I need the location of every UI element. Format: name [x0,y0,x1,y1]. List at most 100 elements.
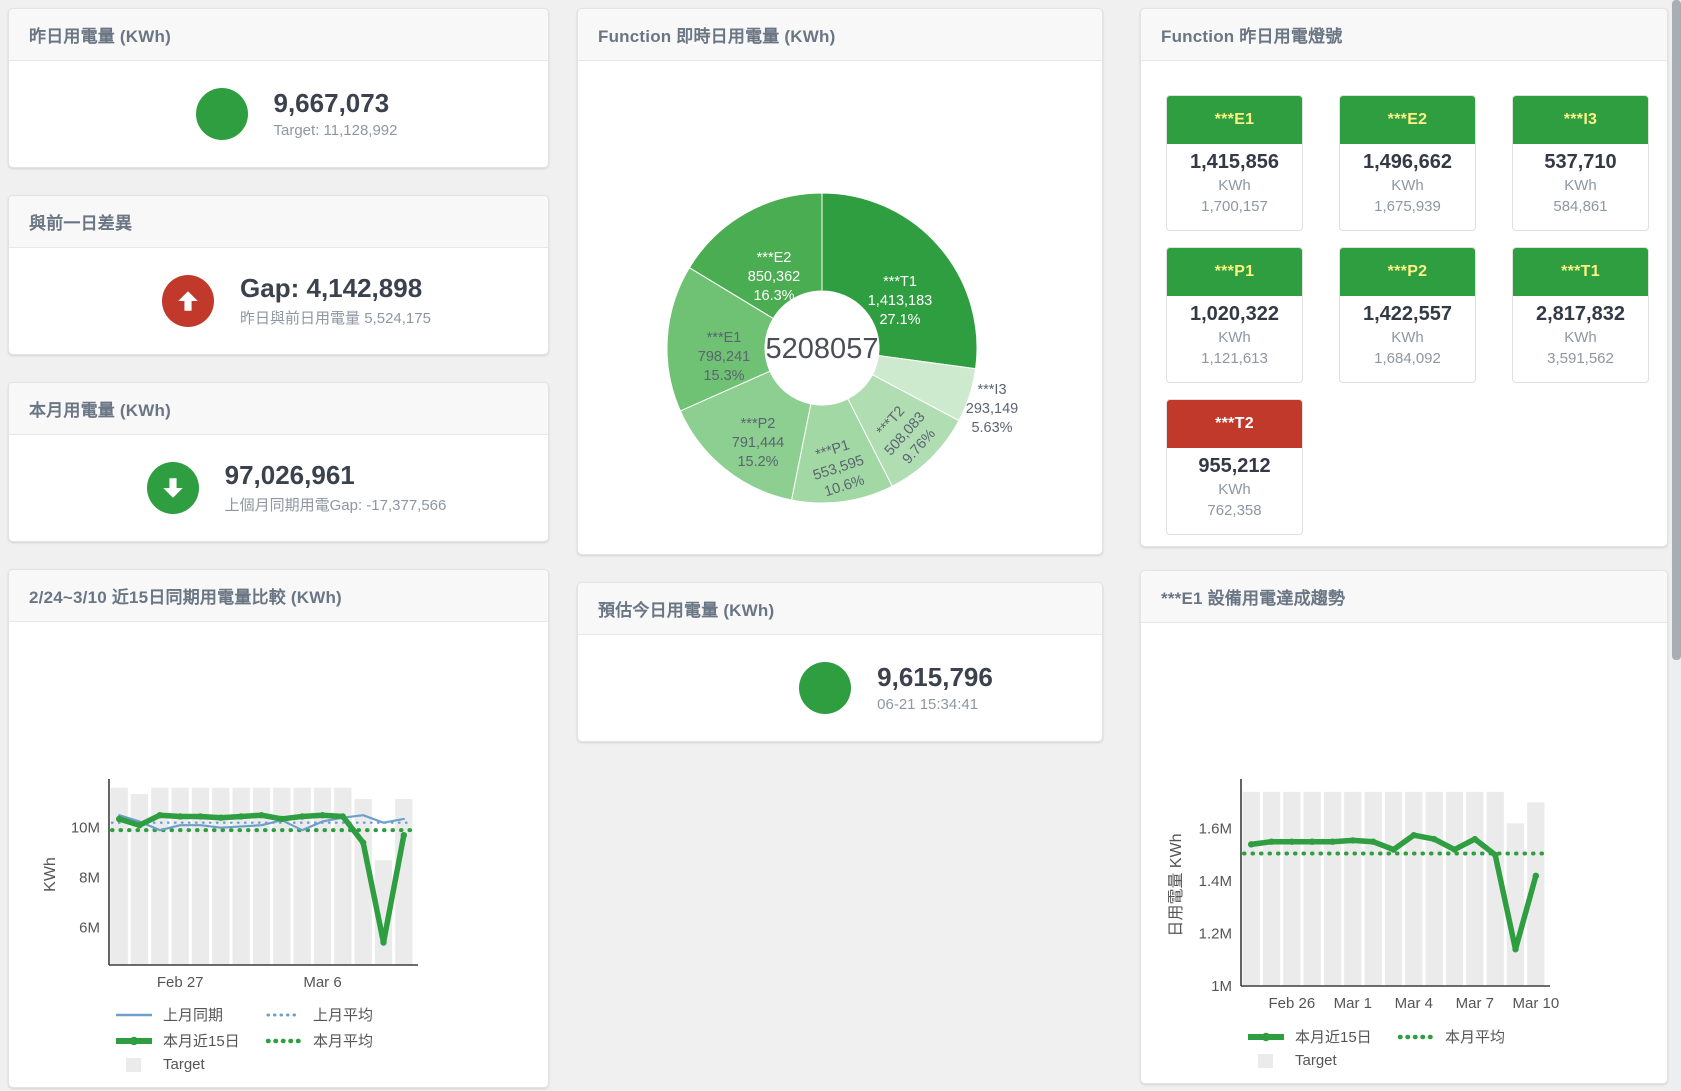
compare-chart-legend: 上月同期上月平均本月近15日本月平均 Target [9,1000,548,1087]
series-point [1390,846,1396,852]
scrollbar-thumb[interactable] [1672,0,1681,660]
light-tile-E2: ***E21,496,662KWh1,675,939 [1339,95,1476,231]
series-point [319,812,325,818]
tile-target: 1,700,157 [1167,196,1302,217]
x-tick-label: Mar 7 [1456,995,1494,1012]
tile-unit: KWh [1513,327,1648,348]
series-point [1350,837,1356,843]
tile-status-header: ***P2 [1340,248,1475,296]
tile-value: 1,415,856 [1167,149,1302,175]
legend-item[interactable]: 本月平均 [259,1030,373,1051]
legend-item[interactable]: Target [109,1056,205,1073]
target-bar [1385,792,1402,986]
series-point [380,939,386,945]
arrow-up-icon [162,275,214,327]
target-bar [1466,792,1483,986]
tile-unit: KWh [1167,327,1302,348]
series-point [401,832,407,838]
trend-chart-svg: 1M1.2M1.4M1.6MFeb 26Mar 1Mar 4Mar 7Mar 1… [1147,774,1617,1022]
lights-card: Function 昨日用電燈號 ***E11,415,856KWh1,700,1… [1140,8,1668,547]
series-point [1451,846,1457,852]
card-title: Function 昨日用電燈號 [1141,9,1667,61]
tile-status-header: ***I3 [1513,96,1648,144]
tile-body: 537,710KWh584,861 [1513,144,1648,217]
legend-swatch-icon [1247,1054,1285,1068]
legend-label: 本月平均 [1445,1026,1505,1047]
target-bar [1405,792,1422,986]
legend-label: 本月近15日 [1295,1026,1372,1047]
legend-swatch-icon [1397,1030,1435,1044]
y-tick-label: 1.4M [1199,873,1232,890]
month-usage-card: 本月用電量 (KWh) 97,026,961 上個月同期用電Gap: -17,3… [8,382,549,542]
y-axis-title: KWh [42,857,59,892]
light-tile-E1: ***E11,415,856KWh1,700,157 [1166,95,1303,231]
x-tick-label: Mar 1 [1334,995,1372,1012]
tile-value: 955,212 [1167,453,1302,479]
target-bar [1304,792,1321,986]
lights-grid: ***E11,415,856KWh1,700,157 ***E21,496,662… [1141,61,1667,535]
tile-status-header: ***E2 [1340,96,1475,144]
legend-item[interactable]: 本月近15日 [109,1030,259,1051]
tile-unit: KWh [1167,175,1302,196]
tile-unit: KWh [1167,479,1302,500]
card-title: ***E1 設備用電達成趨勢 [1141,571,1667,623]
day-gap-body: Gap: 4,142,898 昨日與前日用電量 5,524,175 [9,248,548,354]
left-column: 昨日用電量 (KWh) 9,667,073 Target: 11,128,992… [8,8,549,1088]
series-point [1431,836,1437,842]
series-point [1268,839,1274,845]
card-title: 2/24~3/10 近15日同期用電量比較 (KWh) [9,570,548,622]
legend-item[interactable]: 本月平均 [1391,1026,1505,1047]
tile-value: 2,817,832 [1513,301,1648,327]
legend-swatch-icon [1247,1030,1285,1044]
y-tick-label: 10M [71,820,100,837]
card-title: 與前一日差異 [9,196,548,248]
tile-target: 762,358 [1167,500,1302,521]
series-point [258,812,264,818]
series-point [1329,839,1335,845]
tile-status-header: ***T1 [1513,248,1648,296]
series-point [1533,873,1539,879]
target-bar [1426,792,1443,986]
light-tile-P2: ***P21,422,557KWh1,684,092 [1339,247,1476,383]
series-point [218,815,224,821]
card-title: 昨日用電量 (KWh) [9,9,548,61]
right-column: Function 昨日用電燈號 ***E11,415,856KWh1,700,1… [1140,8,1668,1084]
series-point [116,816,122,822]
y-tick-label: 1M [1211,978,1232,995]
tile-value: 537,710 [1513,149,1648,175]
scrollbar-track[interactable] [1671,0,1681,1091]
tile-status-header: ***P1 [1167,248,1302,296]
tile-unit: KWh [1340,327,1475,348]
tile-value: 1,422,557 [1340,301,1475,327]
series-point [1289,839,1295,845]
card-title: Function 即時日用電量 (KWh) [578,9,1102,61]
series-point [157,812,163,818]
y-tick-label: 1.6M [1199,821,1232,838]
legend-item[interactable]: Target [1241,1052,1337,1069]
tile-body: 1,415,856KWh1,700,157 [1167,144,1302,217]
card-title: 本月用電量 (KWh) [9,383,548,435]
legend-label: 本月近15日 [163,1030,240,1051]
day-gap-value: Gap: 4,142,898 [240,274,431,304]
x-tick-label: Feb 27 [157,974,204,991]
realtime-donut-svg: ***T11,413,18327.1%***I3293,1495.63%***T… [578,61,1104,554]
legend-item[interactable]: 上月平均 [259,1004,373,1025]
y-tick-label: 1.2M [1199,926,1232,943]
y-axis-title: 日用電量 KWh [1168,833,1185,936]
series-point [1492,852,1498,858]
series-point [1309,839,1315,845]
forecast-value: 9,615,796 [877,663,993,693]
middle-column: Function 即時日用電量 (KWh) ***T11,413,18327.1… [577,8,1103,742]
compare-chart-card: 2/24~3/10 近15日同期用電量比較 (KWh) 6M8M10MFeb 2… [8,569,549,1088]
x-tick-label: Mar 10 [1512,995,1559,1012]
month-usage-body: 97,026,961 上個月同期用電Gap: -17,377,566 [9,435,548,541]
tile-body: 1,020,322KWh1,121,613 [1167,296,1302,369]
legend-item[interactable]: 上月同期 [109,1004,259,1025]
legend-item[interactable]: 本月近15日 [1241,1026,1391,1047]
tile-body: 1,496,662KWh1,675,939 [1340,144,1475,217]
series-point [238,813,244,819]
month-usage-value: 97,026,961 [225,461,447,491]
tile-status-header: ***T2 [1167,400,1302,448]
realtime-donut-chart: ***T11,413,18327.1%***I3293,1495.63%***T… [578,61,1102,554]
light-tile-T2: ***T2 955,212KWh762,358 [1166,399,1303,535]
